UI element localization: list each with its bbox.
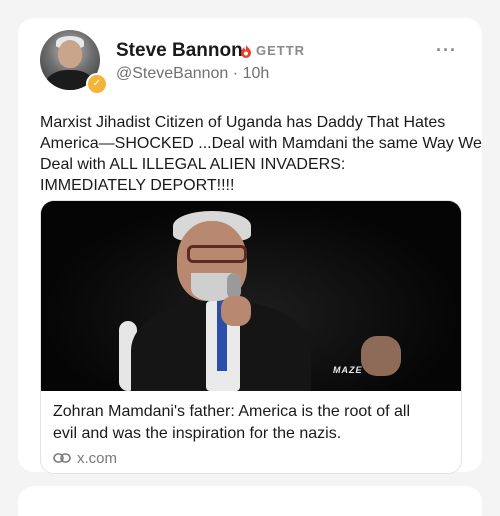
influencer-badge-icon: ✓ (86, 73, 108, 95)
link-domain-row[interactable]: x.com (53, 449, 117, 467)
video-thumbnail[interactable]: MAZE (41, 201, 461, 391)
author-handle-row: @SteveBannon · 10h (116, 65, 269, 83)
avatar-face (58, 40, 82, 68)
video-speaker-glasses (187, 245, 247, 263)
post-text: Marxist Jihadist Citizen of Uganda has D… (40, 112, 482, 196)
video-speaker-hand (221, 296, 251, 326)
link-preview-card[interactable]: MAZE Zohran Mamdani's father: America is… (40, 200, 462, 474)
video-watermark: MAZE (333, 365, 363, 375)
video-speaker-gesture-hand (361, 336, 401, 376)
more-options-button[interactable]: ··· (436, 40, 457, 61)
link-icon (53, 453, 71, 463)
post-text-line: Deal with ALL ILLEGAL ALIEN INVADERS: (40, 156, 346, 173)
link-title[interactable]: Zohran Mamdani's father: America is the … (53, 401, 453, 445)
separator-dot: · (232, 65, 239, 82)
post-card: ✓ Steve Bannon GETTR @SteveBannon · 10h … (18, 18, 482, 474)
post-text-line: America—SHOCKED ...Deal with Mamdani the… (40, 135, 482, 152)
post-time: 10h (242, 65, 270, 82)
flame-verified-icon (241, 45, 251, 58)
link-title-line: Zohran Mamdani's father: America is the … (53, 403, 410, 420)
platform-label: GETTR (256, 43, 306, 58)
author-name[interactable]: Steve Bannon (116, 40, 243, 62)
next-post-card (18, 486, 482, 516)
link-domain: x.com (77, 449, 118, 467)
author-handle[interactable]: @SteveBannon (116, 65, 228, 82)
link-title-line: evil and was the inspiration for the naz… (53, 425, 342, 442)
post-text-line: Marxist Jihadist Citizen of Uganda has D… (40, 114, 446, 131)
post-text-line: IMMEDIATELY DEPORT!!!! (40, 177, 235, 194)
